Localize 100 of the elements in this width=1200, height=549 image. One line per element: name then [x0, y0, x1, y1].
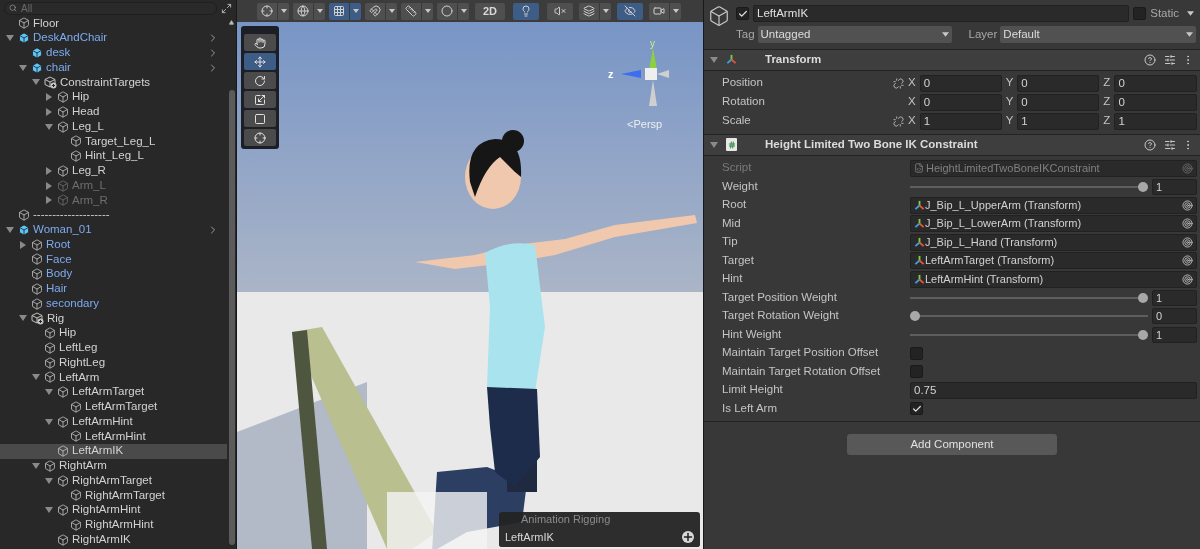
object-field[interactable]: J_Bip_L_LowerArm (Transform) [910, 215, 1197, 232]
value-field[interactable]: 0 [1114, 93, 1197, 111]
object-picker-icon[interactable] [1182, 218, 1193, 229]
ruler-toolbar-button[interactable] [401, 2, 421, 20]
expanded-arrow-icon[interactable] [6, 34, 14, 43]
slider-thumb[interactable] [910, 311, 920, 321]
add-icon[interactable] [682, 531, 694, 543]
object-field[interactable]: LeftArmHint (Transform) [910, 270, 1197, 288]
hierarchy-item[interactable]: LeftArmTarget [0, 384, 227, 400]
dropdown-button[interactable] [349, 2, 361, 20]
hidden-toolbar-button[interactable] [617, 2, 644, 20]
object-picker-icon[interactable] [1182, 273, 1193, 285]
hierarchy-item[interactable]: LeftArmHint [0, 414, 227, 429]
overlay-item[interactable]: LeftArmIK [505, 528, 554, 546]
presets-icon[interactable] [1164, 53, 1176, 66]
hierarchy-item[interactable]: desk [0, 45, 227, 61]
object-picker-icon[interactable] [1182, 236, 1193, 248]
hierarchy-item[interactable]: RightArmTarget [0, 473, 227, 488]
value-field[interactable]: 1 [1152, 289, 1197, 306]
unlink-icon[interactable] [892, 115, 904, 127]
hierarchy-item[interactable]: secondary [0, 296, 227, 311]
expanded-arrow-icon[interactable] [45, 122, 53, 131]
expanded-arrow-icon[interactable] [19, 63, 27, 72]
hierarchy-item[interactable]: Hip [0, 325, 227, 341]
expanded-arrow-icon[interactable] [45, 388, 53, 397]
hierarchy-item[interactable]: LeftArmTarget [0, 399, 227, 415]
2d-toggle-button[interactable]: 2D [475, 2, 506, 20]
object-field[interactable]: J_Bip_L_Hand (Transform) [910, 233, 1197, 251]
search-field[interactable]: All [4, 1, 217, 15]
layer-dropdown[interactable]: Default [1000, 26, 1196, 44]
slider-track[interactable] [910, 292, 1148, 303]
expand-icon[interactable] [221, 2, 232, 14]
hierarchy-item[interactable]: Woman_01 [0, 222, 227, 238]
expanded-arrow-icon[interactable] [710, 55, 718, 64]
expanded-arrow-icon[interactable] [32, 78, 40, 87]
checkbox[interactable] [910, 346, 923, 360]
shading-toolbar-button[interactable] [437, 2, 457, 20]
hierarchy-item[interactable]: chair [0, 60, 227, 75]
expanded-arrow-icon[interactable] [32, 373, 40, 382]
dropdown-button[interactable] [313, 2, 325, 20]
hierarchy-item[interactable]: Rig [0, 311, 227, 326]
dropdown-button[interactable] [385, 2, 397, 20]
hierarchy-item[interactable]: Hip [0, 89, 227, 105]
expanded-arrow-icon[interactable] [710, 140, 718, 149]
slider-thumb[interactable] [1138, 329, 1148, 340]
component-header[interactable]: Height Limited Two Bone IK Constraint [704, 133, 1200, 156]
value-field[interactable]: 0 [1152, 308, 1197, 324]
value-field[interactable]: 1 [1152, 326, 1197, 343]
scene-viewport[interactable]: y z <Persp Animation Rigging LeftArmIK [237, 22, 703, 549]
light-toolbar-button[interactable] [513, 2, 540, 20]
object-field[interactable]: LeftArmTarget (Transform) [910, 252, 1197, 269]
hierarchy-item[interactable]: ConstraintTargets [0, 75, 227, 90]
collapsed-arrow-icon[interactable] [45, 107, 53, 116]
expanded-arrow-icon[interactable] [19, 314, 27, 323]
hierarchy-item[interactable]: Face [0, 252, 227, 267]
hierarchy-item[interactable]: DeskAndChair [0, 30, 227, 46]
value-field[interactable]: 1 [1114, 112, 1197, 130]
help-icon[interactable] [1144, 53, 1156, 66]
move-tool[interactable] [244, 53, 276, 70]
hierarchy-item[interactable]: Hair [0, 281, 227, 297]
hierarchy-item[interactable]: RightLeg [0, 355, 227, 370]
add-component-button[interactable]: Add Component [847, 434, 1057, 455]
value-field[interactable]: 0 [919, 74, 1002, 92]
hierarchy-item[interactable]: RightArmTarget [0, 488, 227, 503]
value-field[interactable]: 1 [1152, 178, 1197, 195]
expanded-arrow-icon[interactable] [6, 225, 14, 234]
hierarchy-item[interactable]: LeftLeg [0, 340, 227, 356]
collapsed-arrow-icon[interactable] [19, 240, 27, 249]
value-field[interactable]: 1 [919, 112, 1002, 130]
globe-toolbar-button[interactable] [293, 2, 313, 20]
value-field[interactable]: 1 [1017, 112, 1100, 130]
value-field[interactable]: 0 [1017, 74, 1100, 92]
checkbox[interactable] [910, 402, 923, 415]
collapsed-arrow-icon[interactable] [45, 93, 53, 102]
component-header[interactable]: Transform [704, 48, 1200, 71]
dropdown-button[interactable] [457, 2, 469, 20]
tag-dropdown[interactable]: Untagged [757, 26, 952, 44]
hierarchy-item[interactable]: Body [0, 266, 227, 282]
name-field[interactable]: LeftArmIK [753, 5, 1130, 23]
hierarchy-item[interactable]: LeftArmIK [0, 443, 227, 459]
hierarchy-item[interactable]: LeftArmHint [0, 429, 227, 444]
slider-thumb[interactable] [1138, 181, 1148, 192]
help-icon[interactable] [1144, 138, 1156, 151]
collapsed-arrow-icon[interactable] [45, 166, 53, 175]
scale-tool[interactable] [244, 91, 276, 108]
expanded-arrow-icon[interactable] [45, 417, 53, 426]
value-field[interactable]: 0.75 [910, 381, 1197, 399]
hierarchy-item[interactable]: Leg_R [0, 163, 227, 179]
effects-toolbar-button[interactable] [579, 2, 600, 20]
transform-tool[interactable] [244, 129, 276, 146]
hierarchy-item[interactable]: Leg_L [0, 119, 227, 134]
unlink-icon[interactable] [892, 77, 904, 89]
hierarchy-item[interactable]: RightArm [0, 458, 227, 474]
expanded-arrow-icon[interactable] [32, 461, 40, 470]
presets-icon[interactable] [1164, 138, 1176, 151]
hierarchy-item[interactable]: Root [0, 237, 227, 252]
static-checkbox[interactable] [1133, 7, 1147, 21]
audio-toolbar-button[interactable] [547, 2, 574, 20]
rotate-tool[interactable] [244, 72, 276, 89]
slider-track[interactable] [910, 311, 1148, 321]
